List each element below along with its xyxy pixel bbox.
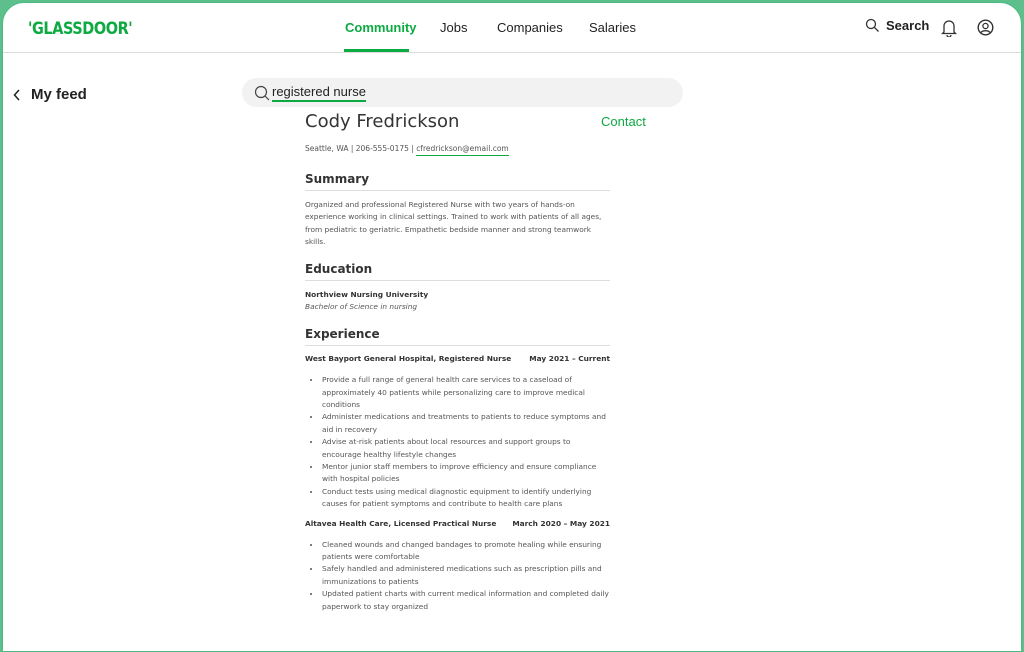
degree: Bachelor of Science in nursing [305, 302, 418, 312]
app-window: 'GLASSDOOR' Community Jobs Companies Sal… [2, 2, 1022, 652]
experience-heading: Experience [305, 327, 610, 347]
job-bullets: Cleaned wounds and changed bandages to p… [321, 539, 610, 613]
bullet: Provide a full range of general health c… [321, 374, 610, 411]
header-search-button[interactable]: Search [865, 18, 929, 33]
school-name: Northview Nursing University [305, 290, 429, 300]
resume-document: Cody Fredrickson Seattle, WA | 206-555-0… [305, 111, 610, 621]
bullet: Safely handled and administered medicati… [321, 563, 610, 588]
job-title: Altavea Health Care, Licensed Practical … [305, 518, 497, 528]
user-icon[interactable] [977, 19, 994, 36]
candidate-name: Cody Fredrickson [305, 111, 460, 132]
contact-info: Seattle, WA | 206-555-0175 | cfredrickso… [305, 144, 610, 158]
chevron-left-icon [13, 88, 20, 101]
job-header: West Bayport General Hospital, Registere… [305, 354, 610, 363]
search-query: registered nurse [272, 84, 366, 102]
bullet: Administer medications and treatments to… [321, 411, 610, 436]
top-header: 'GLASSDOOR' Community Jobs Companies Sal… [3, 3, 1021, 53]
nav-salaries[interactable]: Salaries [589, 20, 636, 35]
bullet: Cleaned wounds and changed bandages to p… [321, 539, 610, 564]
job-header: Altavea Health Care, Licensed Practical … [305, 519, 610, 528]
job-title: West Bayport General Hospital, Registere… [305, 354, 512, 364]
back-to-my-feed[interactable]: My feed [13, 86, 87, 103]
nav-jobs[interactable]: Jobs [440, 20, 467, 35]
bullet: Updated patient charts with current medi… [321, 588, 610, 613]
bullet: Conduct tests using medical diagnostic e… [321, 486, 610, 511]
bell-icon[interactable] [941, 19, 957, 37]
nav-companies[interactable]: Companies [497, 20, 563, 35]
job-dates: March 2020 – May 2021 [512, 518, 610, 528]
education-heading: Education [305, 262, 610, 282]
job-dates: May 2021 – Current [529, 354, 610, 364]
nav-community[interactable]: Community [345, 20, 417, 35]
search-input[interactable]: registered nurse [242, 78, 683, 107]
search-icon [865, 18, 879, 32]
job-bullets: Provide a full range of general health c… [321, 374, 610, 510]
bullet: Mentor junior staff members to improve e… [321, 461, 610, 486]
my-feed-label: My feed [31, 86, 87, 103]
search-label: Search [886, 18, 930, 33]
email-link[interactable]: cfredrickson@email.com [416, 144, 509, 156]
summary-text: Organized and professional Registered Nu… [305, 200, 602, 246]
active-tab-indicator [344, 49, 409, 52]
summary-heading: Summary [305, 172, 610, 191]
bullet: Advise at-risk patients about local reso… [321, 436, 610, 461]
location-phone: Seattle, WA | 206-555-0175 | [305, 144, 417, 153]
search-icon [254, 85, 270, 101]
glassdoor-logo[interactable]: 'GLASSDOOR' [28, 19, 133, 39]
